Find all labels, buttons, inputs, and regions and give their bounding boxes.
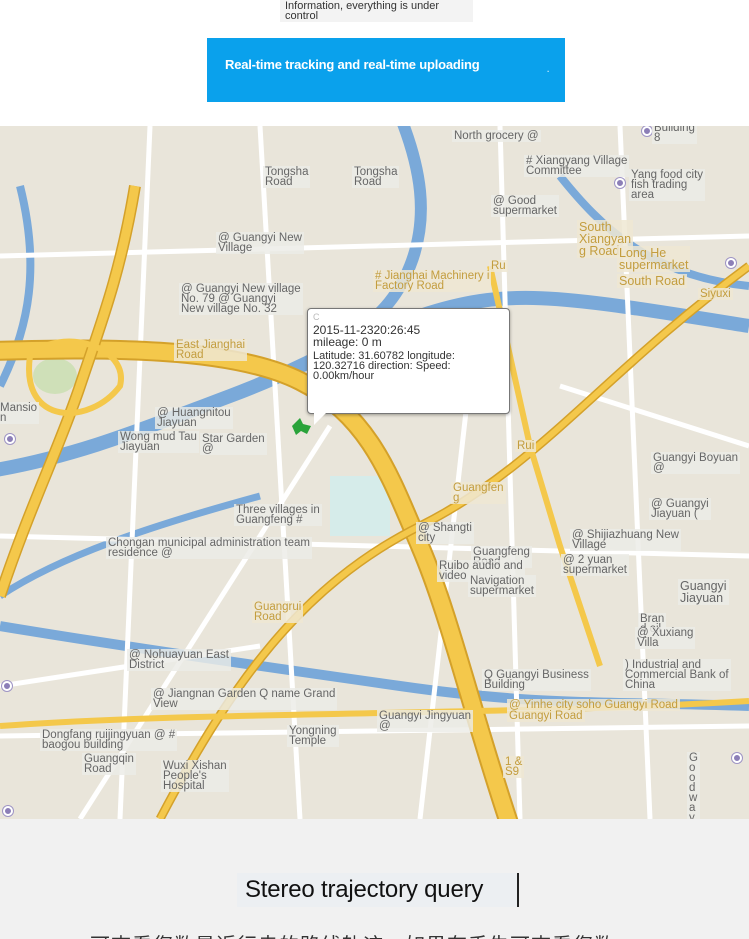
section-description: 可查看您数最近行走的路线轨迹，如果有手失可查看您数 (90, 929, 615, 939)
map-label: @ Guangyi New Village (216, 232, 304, 254)
banner-dot: . (546, 65, 549, 74)
map-label: Ru (489, 260, 508, 272)
map-label: Yang food city fish trading area (629, 169, 706, 201)
section-title: Stereo trajectory query (237, 873, 519, 907)
map-label: Siyuxi (698, 288, 733, 300)
map-label: @ Xuxiang Villa (635, 627, 696, 649)
map-label: @ Guangyi Jiayuan ( (649, 498, 711, 520)
map-label: @ 2 yuan supermarket (561, 554, 629, 576)
map-label: @ Shangti city (416, 522, 474, 544)
popup-mileage: mileage: 0 m (313, 335, 382, 349)
poi-marker-icon[interactable] (3, 806, 13, 816)
map-label: North grocery @ (452, 130, 541, 142)
map-label: Guangrui Road (252, 601, 304, 623)
map-label: @ Good supermarket (491, 195, 559, 217)
map-label: @ Shijiazhuang New Village (570, 529, 681, 551)
map-label: Wuxi Xishan People's Hospital (161, 760, 229, 792)
bottom-section: Stereo trajectory query 可查看您数最近行走的路线轨迹，如… (0, 819, 749, 939)
map-label: Tongsha Road (352, 166, 400, 188)
map-label: 1 & S9 (503, 756, 525, 778)
map-label: # Xiangyang Village Committee (524, 155, 630, 177)
map-label: Guangyi Road (507, 710, 585, 722)
map-label: G o o d w a y (687, 752, 700, 819)
map-view[interactable]: North grocery @ Building 8 # Xiangyang V… (0, 126, 749, 819)
map-label: Rui (515, 440, 537, 452)
park-area (33, 358, 77, 394)
map-label: Chongan municipal administration team re… (106, 537, 312, 559)
popup-details: Latitude: 31.60782 longitude: 120.32716 … (313, 350, 455, 382)
map-label: Navigation supermarket (468, 575, 536, 597)
realtime-tracking-banner[interactable]: Real-time tracking and real-time uploadi… (207, 38, 565, 102)
map-label: Long He supermarket (617, 246, 691, 272)
banner-label: Real-time tracking and real-time uploadi… (225, 57, 480, 72)
map-label: Yongning Temple (287, 725, 339, 747)
info-caption: Information, everything is under control (280, 0, 473, 22)
vehicle-info-popup[interactable]: C 2015-11-2320:26:45 mileage: 0 m Latitu… (307, 308, 510, 425)
poi-marker-icon[interactable] (726, 258, 736, 268)
map-label: Mansio n (0, 402, 40, 424)
poi-marker-icon[interactable] (2, 681, 12, 691)
map-label: @ Huangnitou Jiayuan (155, 407, 233, 429)
map-label: Dongfang ruijingyuan @ # baogou building (40, 729, 178, 751)
park-area (330, 476, 390, 536)
poi-marker-icon[interactable] (642, 126, 652, 136)
map-label: Star Garden @ (200, 433, 267, 455)
map-label: @ Guangyi New village No. 79 @ Guangyi N… (179, 283, 303, 315)
map-label: Guangyi Jingyuan @ (377, 710, 474, 732)
map-label: Guangyi Boyuan @ (651, 452, 741, 474)
map-label: Guangfen g (451, 482, 506, 504)
map-label: Q Guangyi Business Building (482, 669, 591, 691)
poi-marker-icon[interactable] (615, 178, 625, 188)
vehicle-marker-icon (292, 418, 311, 435)
map-label: Guangyi Jiayuan (678, 579, 729, 605)
map-label: South Road (617, 274, 688, 288)
map-label: Tongsha Road (263, 166, 311, 188)
poi-marker-icon[interactable] (5, 434, 15, 444)
map-label: @ Jiangnan Garden Q name Grand View (151, 688, 338, 710)
map-label: # Jianghai Machinery i Factory Road (373, 270, 492, 292)
map-label: East Jianghai Road (174, 339, 248, 361)
map-canvas (0, 126, 749, 819)
poi-marker-icon[interactable] (732, 753, 742, 763)
map-label: ) Industrial and Commercial Bank of Chin… (623, 659, 731, 691)
map-label: Wong mud Tau Jiayuan (118, 431, 199, 453)
map-label: Building 8 (652, 126, 697, 144)
map-label: Guangqin Road (82, 753, 136, 775)
map-label: @ Nohuayuan East District (127, 649, 231, 671)
map-label: Three villages in Guangfeng # (234, 504, 322, 526)
